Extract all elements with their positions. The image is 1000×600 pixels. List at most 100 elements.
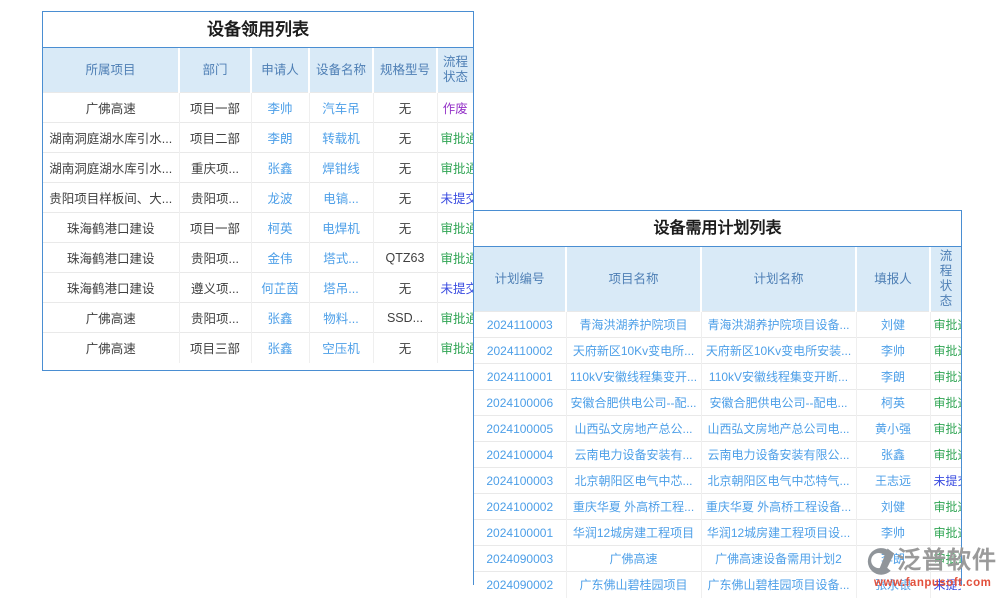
- department-cell: 项目一部: [179, 93, 251, 123]
- reporter-link[interactable]: 李帅: [856, 520, 930, 546]
- equipment-name-link[interactable]: 物料...: [309, 303, 373, 333]
- applicant-link[interactable]: 李朗: [251, 123, 309, 153]
- column-header: 项目名称: [566, 247, 701, 312]
- project-name-link[interactable]: 天府新区10Kv变电所...: [566, 338, 701, 364]
- applicant-link[interactable]: 龙波: [251, 183, 309, 213]
- reporter-link[interactable]: 李朗: [856, 364, 930, 390]
- table-row: 2024110003青海洪湖养护院项目青海洪湖养护院项目设备...刘健审批通过: [474, 312, 961, 338]
- applicant-link[interactable]: 何芷茵: [251, 273, 309, 303]
- project-name-link[interactable]: 重庆华夏 外高桥工程...: [566, 494, 701, 520]
- project-cell: 广佛高速: [43, 93, 179, 123]
- column-header: 流程状态: [930, 247, 961, 312]
- reporter-link[interactable]: 黄小强: [856, 416, 930, 442]
- plan-number-link[interactable]: 2024100002: [474, 494, 566, 520]
- project-name-link[interactable]: 青海洪湖养护院项目: [566, 312, 701, 338]
- equipment-name-link[interactable]: 空压机: [309, 333, 373, 363]
- project-name-link[interactable]: 华润12城房建工程项目: [566, 520, 701, 546]
- project-name-link[interactable]: 广东佛山碧桂园项目: [566, 572, 701, 598]
- equipment-name-link[interactable]: 转载机: [309, 123, 373, 153]
- workflow-status-cell: 审批通过: [930, 442, 961, 468]
- project-cell: 珠海鹤港口建设: [43, 213, 179, 243]
- table-row: 2024110001110kV安徽线程集变开...110kV安徽线程集变开断..…: [474, 364, 961, 390]
- plan-name-link[interactable]: 青海洪湖养护院项目设备...: [701, 312, 856, 338]
- equipment-name-link[interactable]: 焊钳线: [309, 153, 373, 183]
- table-row: 2024110002天府新区10Kv变电所...天府新区10Kv变电所安装...…: [474, 338, 961, 364]
- plan-number-link[interactable]: 2024090003: [474, 546, 566, 572]
- reporter-link[interactable]: 王志远: [856, 468, 930, 494]
- plan-name-link[interactable]: 110kV安徽线程集变开断...: [701, 364, 856, 390]
- spec-model-cell: QTZ63: [373, 243, 437, 273]
- plan-number-link[interactable]: 2024100005: [474, 416, 566, 442]
- plan-name-link[interactable]: 北京朝阳区电气中芯特气...: [701, 468, 856, 494]
- plan-name-link[interactable]: 重庆华夏 外高桥工程设备...: [701, 494, 856, 520]
- applicant-link[interactable]: 柯英: [251, 213, 309, 243]
- plan-number-link[interactable]: 2024110001: [474, 364, 566, 390]
- equipment-name-link[interactable]: 塔式...: [309, 243, 373, 273]
- reporter-link[interactable]: 刘健: [856, 312, 930, 338]
- applicant-link[interactable]: 张鑫: [251, 333, 309, 363]
- equipment-name-link[interactable]: 塔吊...: [309, 273, 373, 303]
- plan-table-title: 设备需用计划列表: [474, 211, 961, 247]
- project-name-link[interactable]: 北京朝阳区电气中芯...: [566, 468, 701, 494]
- column-header: 申请人: [251, 48, 309, 93]
- equipment-name-link[interactable]: 电焊机: [309, 213, 373, 243]
- project-name-link[interactable]: 110kV安徽线程集变开...: [566, 364, 701, 390]
- plan-number-link[interactable]: 2024100003: [474, 468, 566, 494]
- column-header: 计划名称: [701, 247, 856, 312]
- brand-url[interactable]: www.fanpusoft.com: [864, 578, 1000, 590]
- plan-name-link[interactable]: 广东佛山碧桂园项目设备...: [701, 572, 856, 598]
- department-cell: 贵阳项...: [179, 243, 251, 273]
- workflow-status-cell: 审批通过: [437, 213, 473, 243]
- fanpu-logo-icon: [864, 545, 896, 577]
- requisition-table: 所属项目部门申请人设备名称规格型号流程状态 广佛高速项目一部李帅汽车吊无作废湖南…: [43, 48, 473, 363]
- plan-name-link[interactable]: 天府新区10Kv变电所安装...: [701, 338, 856, 364]
- project-cell: 珠海鹤港口建设: [43, 243, 179, 273]
- table-row: 2024100001华润12城房建工程项目华润12城房建工程项目设...李帅审批…: [474, 520, 961, 546]
- reporter-link[interactable]: 柯英: [856, 390, 930, 416]
- table-row: 珠海鹤港口建设遵义项...何芷茵塔吊...无未提交: [43, 273, 473, 303]
- equipment-name-link[interactable]: 汽车吊: [309, 93, 373, 123]
- table-row: 2024100006安徽合肥供电公司--配...安徽合肥供电公司--配电...柯…: [474, 390, 961, 416]
- plan-name-link[interactable]: 广佛高速设备需用计划2: [701, 546, 856, 572]
- project-cell: 珠海鹤港口建设: [43, 273, 179, 303]
- spec-model-cell: 无: [373, 183, 437, 213]
- plan-number-link[interactable]: 2024100004: [474, 442, 566, 468]
- applicant-link[interactable]: 张鑫: [251, 303, 309, 333]
- plan-name-link[interactable]: 山西弘文房地产总公司电...: [701, 416, 856, 442]
- equipment-name-link[interactable]: 电镐...: [309, 183, 373, 213]
- requisition-header-row: 所属项目部门申请人设备名称规格型号流程状态: [43, 48, 473, 93]
- column-header: 部门: [179, 48, 251, 93]
- plan-name-link[interactable]: 安徽合肥供电公司--配电...: [701, 390, 856, 416]
- table-row: 2024100003北京朝阳区电气中芯...北京朝阳区电气中芯特气...王志远未…: [474, 468, 961, 494]
- reporter-link[interactable]: 刘健: [856, 494, 930, 520]
- reporter-link[interactable]: 张鑫: [856, 442, 930, 468]
- equipment-requisition-panel: 设备领用列表 所属项目部门申请人设备名称规格型号流程状态 广佛高速项目一部李帅汽…: [42, 11, 474, 371]
- project-name-link[interactable]: 广佛高速: [566, 546, 701, 572]
- column-header: 流程状态: [437, 48, 473, 93]
- project-name-link[interactable]: 安徽合肥供电公司--配...: [566, 390, 701, 416]
- table-row: 2024100002重庆华夏 外高桥工程...重庆华夏 外高桥工程设备...刘健…: [474, 494, 961, 520]
- applicant-link[interactable]: 张鑫: [251, 153, 309, 183]
- workflow-status-cell: 审批通过: [437, 243, 473, 273]
- workflow-status-cell: 审批通过: [437, 303, 473, 333]
- table-row: 广佛高速项目一部李帅汽车吊无作废: [43, 93, 473, 123]
- project-name-link[interactable]: 山西弘文房地产总公...: [566, 416, 701, 442]
- workflow-status-cell: 审批通过: [930, 364, 961, 390]
- project-cell: 湖南洞庭湖水库引水...: [43, 153, 179, 183]
- plan-number-link[interactable]: 2024110003: [474, 312, 566, 338]
- plan-name-link[interactable]: 云南电力设备安装有限公...: [701, 442, 856, 468]
- reporter-link[interactable]: 李帅: [856, 338, 930, 364]
- plan-number-link[interactable]: 2024090002: [474, 572, 566, 598]
- plan-number-link[interactable]: 2024100006: [474, 390, 566, 416]
- applicant-link[interactable]: 金伟: [251, 243, 309, 273]
- spec-model-cell: 无: [373, 213, 437, 243]
- workflow-status-cell: 审批通过: [930, 494, 961, 520]
- workflow-status-cell: 作废: [437, 93, 473, 123]
- column-header: 所属项目: [43, 48, 179, 93]
- applicant-link[interactable]: 李帅: [251, 93, 309, 123]
- project-cell: 贵阳项目样板间、大...: [43, 183, 179, 213]
- plan-number-link[interactable]: 2024110002: [474, 338, 566, 364]
- project-name-link[interactable]: 云南电力设备安装有...: [566, 442, 701, 468]
- plan-number-link[interactable]: 2024100001: [474, 520, 566, 546]
- plan-name-link[interactable]: 华润12城房建工程项目设...: [701, 520, 856, 546]
